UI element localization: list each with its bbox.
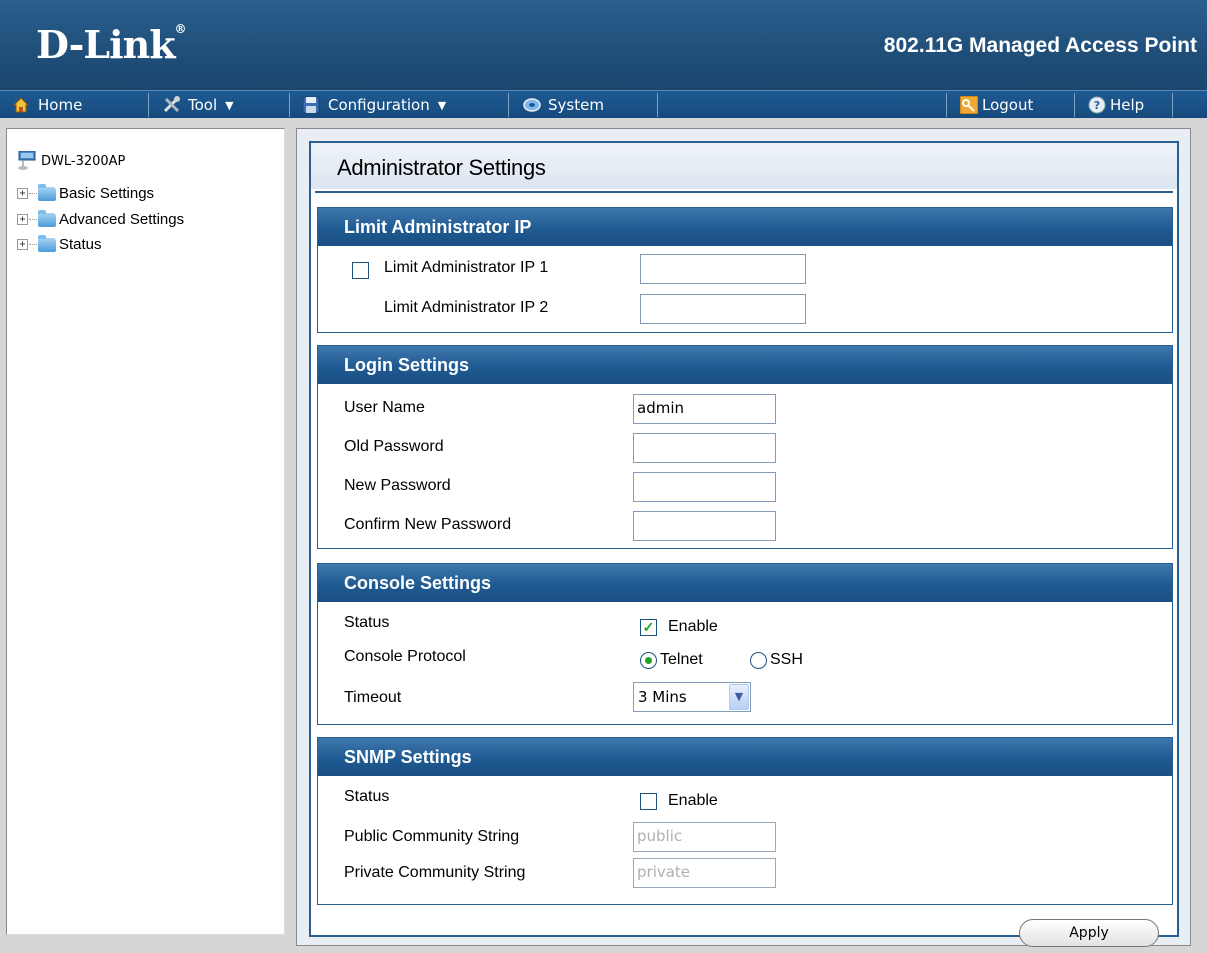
home-icon [12,96,30,114]
folder-icon [38,234,56,252]
expand-icon[interactable]: + [17,214,28,225]
access-point-icon [17,150,39,171]
timeout-select[interactable]: 3 Mins ▼ [633,682,751,712]
page-title: Administrator Settings [337,155,546,180]
username-input[interactable]: admin [633,394,776,424]
console-protocol-label: Console Protocol [344,648,466,665]
console-status-label: Status [344,614,390,631]
new-password-input[interactable] [633,472,776,502]
section-heading: SNMP Settings [318,738,1172,776]
navigation-tree: DWL-3200AP + Basic Settings + Advanced S… [6,128,285,935]
timeout-label: Timeout [344,689,402,706]
configuration-menu[interactable]: Configuration ▼ [302,94,446,116]
settings-container: Administrator Settings Limit Administrat… [309,141,1179,947]
console-enable-checkbox[interactable]: ✓ [640,619,657,636]
confirm-password-input[interactable] [633,511,776,541]
logout-button[interactable]: Logout [959,94,1033,116]
tree-item-basic-settings[interactable]: + Basic Settings [17,183,154,202]
svg-text:?: ? [1094,99,1100,112]
ssh-radio[interactable] [750,652,767,669]
expand-icon[interactable]: + [17,188,28,199]
console-enable-label: Enable [668,618,718,635]
private-community-input[interactable]: private [633,858,776,888]
help-icon: ? [1088,96,1106,114]
tree-item-advanced-settings[interactable]: + Advanced Settings [17,209,184,228]
tools-icon [162,96,180,114]
save-disk-icon [302,96,320,114]
private-community-label: Private Community String [344,864,526,881]
old-password-label: Old Password [344,438,444,455]
apply-button[interactable]: Apply [1019,919,1159,947]
dlink-logo: D-Link® [36,22,187,67]
telnet-label: Telnet [660,651,703,668]
expand-icon[interactable]: + [17,239,28,250]
limit-ip-2-label: Limit Administrator IP 2 [384,299,549,316]
section-heading: Console Settings [318,564,1172,602]
key-icon [959,95,979,115]
snmp-enable-label: Enable [668,792,718,809]
device-root[interactable]: DWL-3200AP [17,150,125,171]
tool-menu[interactable]: Tool ▼ [162,94,234,116]
snmp-status-label: Status [344,788,390,805]
username-label: User Name [344,399,425,416]
folder-icon [38,209,56,227]
limit-ip-1-label: Limit Administrator IP 1 [384,259,549,276]
limit-admin-ip-section: Limit Administrator IP Limit Administrat… [317,207,1173,333]
main-panel: Administrator Settings Limit Administrat… [296,128,1191,947]
section-heading: Limit Administrator IP [318,208,1172,246]
public-community-input[interactable]: public [633,822,776,852]
header-banner: D-Link® 802.11G Managed Access Point [0,0,1207,90]
confirm-password-label: Confirm New Password [344,516,512,533]
ssh-label: SSH [770,651,803,668]
telnet-radio[interactable] [640,652,657,669]
chevron-down-icon: ▼ [225,98,234,112]
login-settings-section: Login Settings User Name admin Old Passw… [317,345,1173,549]
system-icon [522,96,541,114]
tree-item-status[interactable]: + Status [17,234,102,253]
chevron-down-icon: ▼ [729,684,749,710]
home-menu[interactable]: Home [12,94,82,116]
section-heading: Login Settings [318,346,1172,384]
help-button[interactable]: ? Help [1088,94,1144,116]
limit-ip-checkbox[interactable] [352,262,369,279]
snmp-settings-section: SNMP Settings Status Enable Public Commu… [317,737,1173,905]
snmp-enable-checkbox[interactable] [640,793,657,810]
chevron-down-icon: ▼ [437,98,447,112]
old-password-input[interactable] [633,433,776,463]
folder-icon [38,183,56,201]
public-community-label: Public Community String [344,828,520,845]
limit-ip-2-input[interactable] [640,294,806,324]
new-password-label: New Password [344,477,451,494]
limit-ip-1-input[interactable] [640,254,806,284]
main-toolbar: Home Tool ▼ Configuration ▼ System Logou… [0,90,1207,118]
console-settings-section: Console Settings Status ✓ Enable Console… [317,563,1173,725]
system-menu[interactable]: System [522,94,604,116]
product-title: 802.11G Managed Access Point [883,34,1197,57]
